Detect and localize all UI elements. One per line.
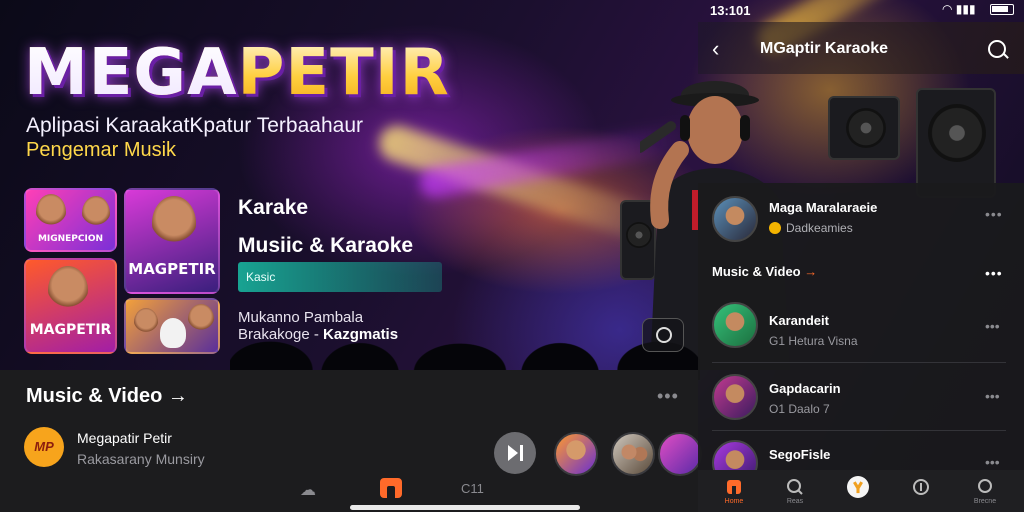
album-cover-caption: MAGPETIR xyxy=(128,260,216,278)
app-title: MGaptir Karaoke xyxy=(760,40,889,57)
speaker-icon[interactable] xyxy=(642,318,684,352)
profile-icon xyxy=(978,479,992,493)
artist-avatar[interactable] xyxy=(712,196,758,242)
list-item-title[interactable]: Karandeit xyxy=(769,313,829,328)
list-item-title[interactable]: SegoFisle xyxy=(769,447,830,462)
now-playing-title[interactable]: Megapatir Petir xyxy=(77,430,172,446)
album-cover[interactable]: MIGNEPCION xyxy=(24,188,117,252)
more-icon[interactable]: ••• xyxy=(985,318,1000,334)
back-icon[interactable]: ‹ xyxy=(712,36,719,62)
now-playing-logo: MP xyxy=(24,427,64,467)
section-title[interactable]: Music & Video → xyxy=(26,385,188,408)
hero-subtitle-secondary: Brakakoge - Kazgmatis xyxy=(238,326,399,343)
tagline-sub: Pengemar Musik xyxy=(26,139,177,161)
hero-subtitle: Mukanno Pambala xyxy=(238,309,364,326)
tagline: Aplipasi KaraakatKpatur Terbaahaur xyxy=(26,114,363,137)
more-icon[interactable]: ••• xyxy=(985,206,1003,222)
more-icon[interactable]: ••• xyxy=(657,386,679,407)
play-pause-button[interactable] xyxy=(494,432,536,474)
hero-title: Karake xyxy=(238,196,309,219)
stage-speaker xyxy=(916,88,996,198)
nav-library[interactable] xyxy=(901,478,941,498)
list-item-subtitle: O1 Daalo 7 xyxy=(769,402,830,416)
cloud-icon[interactable]: ☁ xyxy=(300,480,316,500)
app-logo: MEGAPETIR xyxy=(24,36,450,110)
album-cover-caption: MAGPETIR xyxy=(29,322,112,338)
list-item-avatar[interactable] xyxy=(712,302,758,348)
status-time: 13:101 xyxy=(710,3,751,18)
artist-subtitle: Dadkeamies xyxy=(786,221,853,235)
library-icon xyxy=(913,479,929,495)
artist-thumbnail[interactable] xyxy=(658,432,702,476)
album-cover[interactable]: MAGPETIR xyxy=(24,258,117,354)
nav-profile[interactable]: Brecne xyxy=(965,478,1005,505)
ghost-icon xyxy=(160,318,186,348)
home-icon xyxy=(727,480,741,494)
battery-icon xyxy=(990,4,1014,15)
stage-speaker xyxy=(828,96,900,160)
divider xyxy=(712,430,1006,431)
hero-title-secondary: Musiic & Karaoke xyxy=(238,234,414,257)
status-dot-icon xyxy=(769,222,781,234)
nav-search[interactable]: Reas xyxy=(775,478,815,505)
album-cover[interactable]: MAGPETIR xyxy=(124,188,220,294)
album-cover-caption: MIGNEPCION xyxy=(37,234,104,244)
album-cover[interactable] xyxy=(124,298,220,354)
nav-home[interactable]: Home xyxy=(714,478,754,505)
signal-icon: ◠ ▮▮▮ xyxy=(942,2,976,16)
more-icon[interactable]: ••• xyxy=(985,388,1000,404)
search-icon xyxy=(787,479,803,495)
list-item-subtitle: G1 Hetura Visna xyxy=(769,334,858,348)
list-item-avatar[interactable] xyxy=(712,374,758,420)
search-icon[interactable] xyxy=(988,40,1006,58)
artist-thumbnail[interactable] xyxy=(554,432,598,476)
section-title[interactable]: Music & Video → xyxy=(712,264,817,279)
now-playing-subtitle: Rakasarany Munsiry xyxy=(77,451,205,467)
tab-label[interactable]: C11 xyxy=(461,481,484,496)
nav-center[interactable] xyxy=(838,476,878,500)
artist-name[interactable]: Maga Maralaraeie xyxy=(769,200,877,215)
home-icon[interactable] xyxy=(380,478,402,498)
list-item-title[interactable]: Gapdacarin xyxy=(769,381,841,396)
music-app-icon xyxy=(847,476,869,498)
artist-thumbnail[interactable] xyxy=(611,432,655,476)
more-icon[interactable]: ••• xyxy=(985,265,1003,281)
more-icon[interactable]: ••• xyxy=(985,454,1000,470)
home-indicator xyxy=(350,505,580,510)
divider xyxy=(712,362,1006,363)
hero-badge[interactable]: Kasic xyxy=(238,262,442,292)
